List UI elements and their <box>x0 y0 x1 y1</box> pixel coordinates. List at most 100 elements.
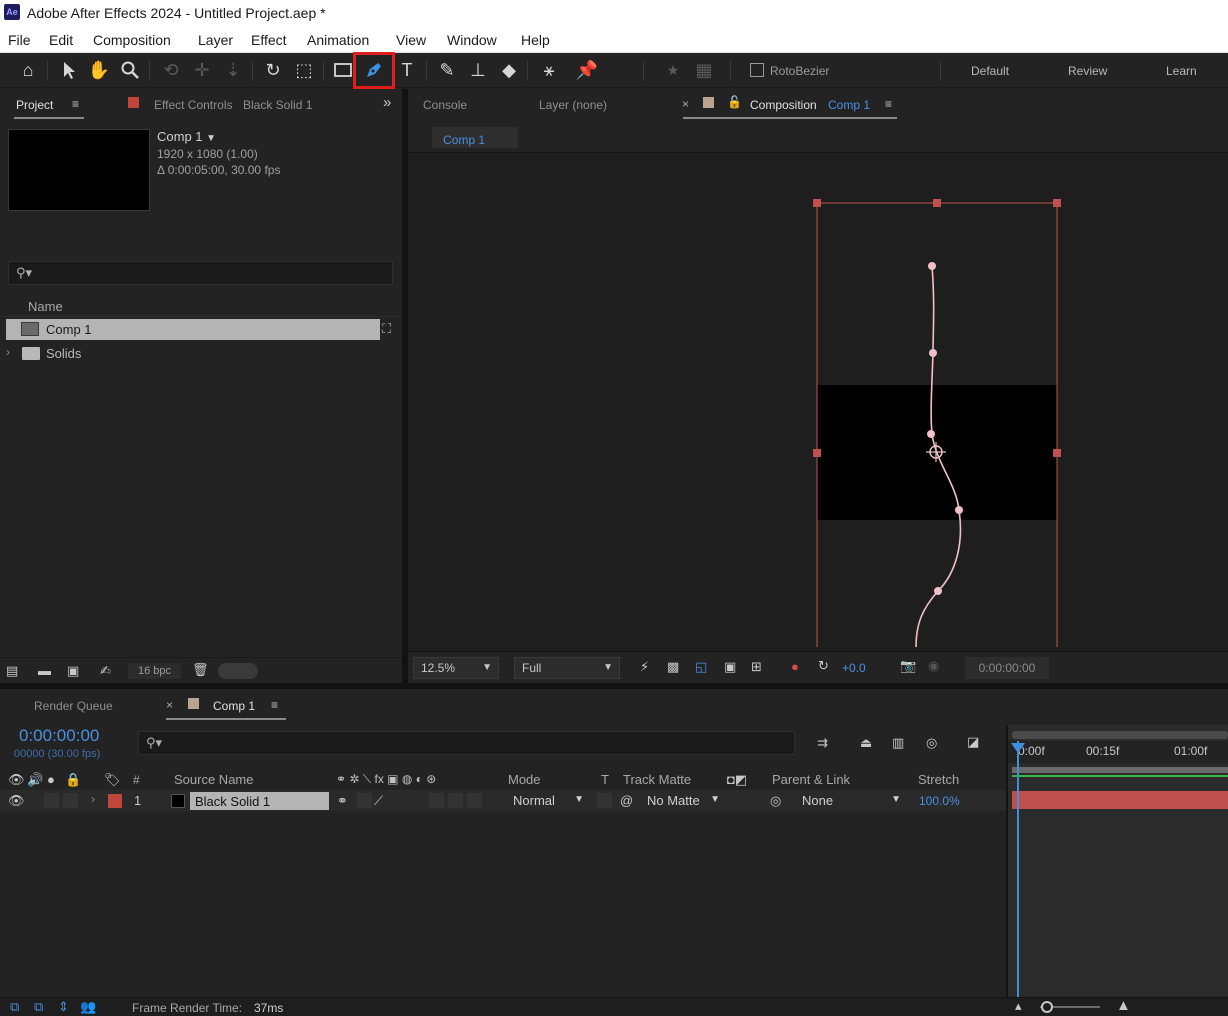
graph-editor-icon[interactable]: ◪ <box>967 734 979 750</box>
comp-info-name[interactable]: Comp 1 ▼ <box>157 129 216 144</box>
zoom-out-icon[interactable]: ▴ <box>1015 998 1022 1014</box>
stretch-header[interactable]: Stretch <box>918 772 959 787</box>
layer-switches-icon[interactable]: ⧉ <box>10 999 19 1015</box>
track-matte-dropdown[interactable]: No Matte ▼ <box>640 791 724 810</box>
transparency-grid-icon[interactable]: ▩ <box>667 659 679 675</box>
show-snapshot-icon[interactable]: ◉ <box>928 658 939 674</box>
menu-view[interactable]: View <box>396 32 426 48</box>
close-icon[interactable]: × <box>682 97 689 111</box>
roto-brush-icon[interactable]: ⚹ <box>536 57 562 83</box>
layer-name[interactable]: Black Solid 1 <box>190 792 329 810</box>
menu-edit[interactable]: Edit <box>49 32 73 48</box>
timeline-search-input[interactable]: ⚲▾ <box>138 731 795 755</box>
bpc-button[interactable]: 16 bpc <box>128 663 182 679</box>
toggle-switch[interactable] <box>218 663 258 679</box>
parent-pickwhip-icon[interactable]: ◎ <box>770 793 781 809</box>
exposure-value[interactable]: +0.0 <box>842 661 866 675</box>
eye-icon[interactable]: 👁 <box>8 772 25 788</box>
zoom-in-icon[interactable]: ▲ <box>1116 997 1131 1014</box>
expand-panels-icon[interactable]: » <box>383 94 391 111</box>
menu-window[interactable]: Window <box>447 32 497 48</box>
channels-icon[interactable]: ● <box>791 659 799 674</box>
zoom-dropdown[interactable]: 12.5% ▼ <box>413 657 499 679</box>
lock-toggle[interactable] <box>63 793 78 808</box>
pan-camera-icon[interactable]: ✛ <box>189 57 215 83</box>
star-icon[interactable]: ★ <box>660 57 686 83</box>
pickwhip-icon[interactable]: @ <box>620 793 633 808</box>
workspace-default[interactable]: Default <box>971 64 1009 78</box>
label-tag-icon[interactable]: 🏷 <box>104 772 121 788</box>
project-search-input[interactable]: ⚲▾ <box>8 261 393 285</box>
adjust-settings-icon[interactable]: ✍ <box>100 663 111 679</box>
composition-viewport[interactable] <box>408 153 1228 647</box>
lock-icon[interactable]: 🔒 <box>65 772 81 788</box>
zoom-icon[interactable] <box>117 57 143 83</box>
preserve-transparency-toggle[interactable] <box>597 793 612 808</box>
frame-blending-icon[interactable]: ▥ <box>892 735 904 751</box>
rotobezier-checkbox[interactable] <box>750 63 764 77</box>
current-time-display[interactable]: 0:00:00:00 <box>19 726 99 746</box>
clone-stamp-icon[interactable]: ⊥ <box>465 57 491 83</box>
panel-menu-icon[interactable]: ≡ <box>271 698 278 712</box>
new-folder-icon[interactable]: ▬ <box>38 663 51 678</box>
in-out-icon[interactable]: ⇕ <box>58 999 69 1015</box>
render-time-icon[interactable]: 👥 <box>80 999 96 1015</box>
hand-icon[interactable]: ✋ <box>86 57 112 83</box>
menu-file[interactable]: File <box>8 32 31 48</box>
track-matte-header[interactable]: Track Matte <box>623 772 691 787</box>
zoom-slider-thumb[interactable] <box>1041 1001 1053 1013</box>
snapping-icon[interactable]: ▦ <box>691 57 717 83</box>
chevron-right-icon[interactable]: › <box>6 345 10 359</box>
time-graph[interactable]: 0:00f 00:15f 01:00f <box>1006 725 1228 997</box>
quality-icon[interactable]: ⟋ <box>374 793 383 809</box>
snapshot-icon[interactable]: 📷 <box>900 658 916 674</box>
tab-comp-1[interactable]: Comp 1 <box>213 699 255 713</box>
switch-cell[interactable] <box>357 793 372 808</box>
interpret-footage-icon[interactable]: ▤ <box>6 663 18 679</box>
tab-composition-name[interactable]: Comp 1 <box>828 98 870 112</box>
playhead-icon[interactable] <box>1011 743 1025 753</box>
lock-icon[interactable]: 🔓 <box>727 95 742 109</box>
eye-icon[interactable]: 👁 <box>8 793 25 809</box>
fast-previews-icon[interactable]: ⚡ <box>640 659 649 675</box>
eraser-icon[interactable]: ◆ <box>496 57 522 83</box>
flowchart-icon[interactable]: ⛶ <box>382 321 391 337</box>
audio-icon[interactable]: 🔊 <box>27 772 43 788</box>
current-time-indicator[interactable] <box>1017 741 1019 997</box>
breadcrumb[interactable]: Comp 1 <box>432 127 518 148</box>
tab-layer[interactable]: Layer (none) <box>539 98 607 112</box>
tab-effect-controls[interactable]: Effect Controls <box>154 98 232 112</box>
tab-render-queue[interactable]: Render Queue <box>34 699 113 713</box>
menu-effect[interactable]: Effect <box>251 32 287 48</box>
tab-console[interactable]: Console <box>423 98 467 112</box>
tab-composition[interactable]: Composition <box>750 98 817 112</box>
type-icon[interactable]: T <box>394 57 420 83</box>
mode-header[interactable]: Mode <box>508 772 541 787</box>
draft-3d-icon[interactable]: ⏏ <box>860 735 872 751</box>
switch-cell[interactable] <box>467 793 482 808</box>
menu-help[interactable]: Help <box>521 32 550 48</box>
reset-exposure-icon[interactable]: ↻ <box>818 658 829 674</box>
source-name-header[interactable]: Source Name <box>174 772 253 787</box>
list-item[interactable]: › Solids <box>6 343 380 364</box>
menu-layer[interactable]: Layer <box>198 32 233 48</box>
menu-composition[interactable]: Composition <box>93 32 171 48</box>
chevron-right-icon[interactable]: › <box>91 792 95 806</box>
switch-cell[interactable] <box>448 793 463 808</box>
brush-icon[interactable]: ✎ <box>434 57 460 83</box>
selection-icon[interactable] <box>56 57 82 83</box>
transfer-controls-icon[interactable]: ⧉ <box>34 999 43 1015</box>
dolly-camera-icon[interactable]: ⇣ <box>220 57 246 83</box>
table-row[interactable]: 👁 › 1 Black Solid 1 ⚭ ⟋ Normal ▼ @ No Mat… <box>0 791 1006 811</box>
motion-blur-icon[interactable]: ◎ <box>926 735 937 751</box>
orbit-camera-icon[interactable]: ⟲ <box>158 57 184 83</box>
name-column-header[interactable]: Name <box>28 299 63 314</box>
stretch-value[interactable]: 100.0% <box>919 794 960 808</box>
time-navigator[interactable] <box>1012 731 1228 739</box>
workspace-learn[interactable]: Learn <box>1166 64 1197 78</box>
layer-label-color[interactable] <box>108 794 122 808</box>
work-area-bar[interactable] <box>1012 767 1228 773</box>
pan-behind-icon[interactable]: ⬚ <box>291 57 317 83</box>
shy-icon[interactable]: ⚭ <box>337 793 348 809</box>
solo-toggle[interactable] <box>44 793 59 808</box>
